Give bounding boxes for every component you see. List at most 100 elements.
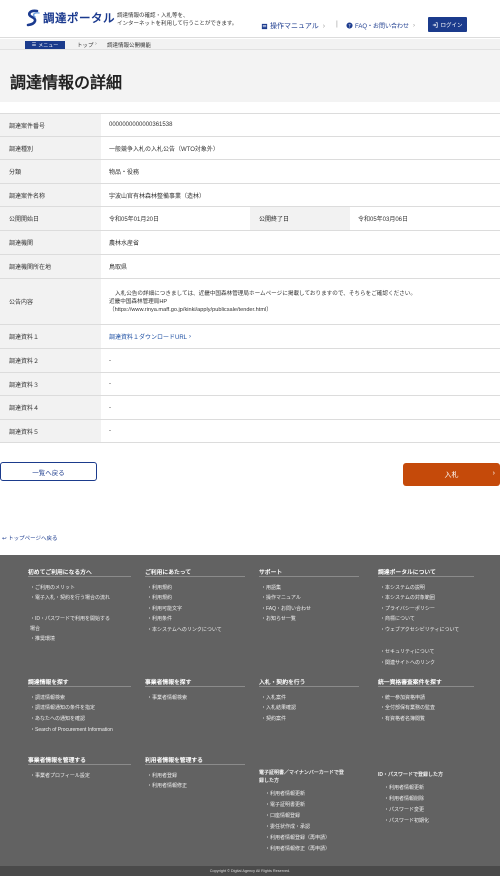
footer-link[interactable]: ・利用者情報更新 (384, 784, 424, 791)
site-footer: 初めてご利用になる方へ ・ご利用のメリット ・電子入札・契約を行う場合の流れ ・… (0, 555, 500, 866)
chevron-right-icon: › (322, 22, 326, 30)
chevron-right-icon: › (95, 41, 97, 47)
detail-table: 調達案件番号 0000000000000361538 調達種別 一般競争入札の入… (0, 113, 500, 443)
return-icon: ↩ (2, 536, 7, 542)
footer-heading-cont: 録した方 (259, 778, 280, 784)
footer-link[interactable]: ・利用規約 (147, 584, 172, 591)
footer-heading[interactable]: 調達ポータルについて (378, 567, 436, 576)
footer-link[interactable]: ・事業者プロフィール設定 (30, 772, 90, 779)
footer-link[interactable]: ・パスワード初期化 (384, 817, 429, 824)
footer-divider (259, 576, 359, 577)
footer-link[interactable]: ・パスワード変更 (384, 806, 424, 813)
footer-divider (28, 576, 131, 577)
footer-link[interactable]: ・利用条件 (147, 615, 172, 622)
manual-link[interactable]: 操作マニュアル › (261, 21, 325, 31)
footer-divider (28, 764, 131, 765)
footer-divider (145, 764, 245, 765)
table-row: 調達案件番号 0000000000000361538 (0, 114, 500, 137)
footer-link[interactable]: ・電子証明書更新 (265, 801, 305, 808)
menu-icon: ☰ (31, 42, 37, 48)
header-divider: | (336, 21, 338, 28)
footer-link[interactable]: ・あなたへの通知を確認 (30, 715, 85, 722)
chevron-right-icon: › (492, 470, 495, 477)
bid-button[interactable]: 入札 › (403, 463, 500, 486)
menu-button[interactable]: ☰ メニュー (25, 41, 65, 49)
footer-link[interactable]: ・有資格者名簿閲覧 (380, 715, 425, 722)
footer-link[interactable]: ・操作マニュアル (261, 594, 301, 601)
footer-divider (378, 576, 474, 577)
chevron-right-icon: › (189, 333, 192, 340)
footer-link[interactable]: ・入札結果確認 (261, 704, 296, 711)
footer-link[interactable]: ・利用者情報登録（再申請） (265, 834, 330, 841)
footer-link[interactable]: ・セキュリティについて (380, 648, 435, 655)
login-icon (433, 21, 439, 28)
footer-heading[interactable]: ご利用にあたって (145, 567, 191, 576)
logo-mark-icon (25, 9, 41, 27)
footer-link[interactable]: ・商標について (380, 615, 415, 622)
footer-heading: 電子証明書／マイナンバーカードで登 (259, 770, 344, 776)
back-to-list-button[interactable]: 一覧へ戻る (0, 462, 97, 481)
footer-link[interactable]: ・本システムの説明 (380, 584, 425, 591)
site-logo[interactable]: 調達ポータル (25, 9, 115, 27)
faq-link[interactable]: ? FAQ・お問い合わせ › (346, 21, 415, 30)
question-icon: ? (346, 22, 353, 29)
footer-link[interactable]: ・口座情報登録 (265, 812, 300, 819)
footer-heading[interactable]: 調達情報を探す (28, 677, 69, 686)
breadcrumb: ☰ メニュー トップ › 調達情報公開機能 (0, 39, 500, 50)
login-button[interactable]: ログイン (428, 17, 467, 32)
footer-link[interactable]: ・利用規約 (147, 594, 172, 601)
footer-link[interactable]: ・調達情報通知の条件を指定 (30, 704, 95, 711)
footer-link[interactable]: ・事業者情報検索 (147, 694, 187, 701)
footer-divider (378, 686, 474, 687)
table-row: 調達資料１ 調達資料１ダウンロードURL › (0, 325, 500, 349)
footer-heading[interactable]: 利用者情報を管理する (145, 755, 203, 764)
footer-link[interactable]: ・ID・パスワードで利用を開始する (30, 615, 110, 622)
footer-link[interactable]: ・調達情報検索 (30, 694, 65, 701)
footer-link[interactable]: ・お知らせ一覧 (261, 615, 296, 622)
table-row: 公告内容 入札公告の詳細につきましては、近畿中国森林管理局ホームページに掲載して… (0, 279, 500, 325)
footer-link[interactable]: ・Search of Procurement Information (30, 726, 113, 733)
table-row: 調達資料３ - (0, 373, 500, 396)
footer-link[interactable]: ・用語集 (261, 584, 281, 591)
footer-heading[interactable]: 事業者情報を管理する (28, 755, 86, 764)
footer-heading[interactable]: 初めてご利用になる方へ (28, 567, 92, 576)
site-header: 調達ポータル 調達情報の確認・入札等を、 インターネットを利用して行うことができ… (0, 0, 500, 38)
footer-link[interactable]: ・利用者情報削除 (384, 795, 424, 802)
table-row: 分類 物品・役務 (0, 160, 500, 184)
copyright: Copyright © Digital Agency All Rights Re… (0, 866, 500, 876)
footer-link[interactable]: ・利用者情報更新 (265, 790, 305, 797)
back-to-top-link[interactable]: ↩ トップページへ戻る (2, 534, 58, 542)
footer-link[interactable]: ・利用者情報修正（再申請） (265, 845, 330, 852)
site-tagline: 調達情報の確認・入札等を、 インターネットを利用して行うことができます。 (117, 13, 238, 27)
footer-divider (259, 686, 359, 687)
footer-link[interactable]: ・全付部保有業務の監査 (380, 704, 435, 711)
footer-link[interactable]: ・ウェブアクセシビリティについて (380, 626, 459, 633)
notice-content: 入札公告の詳細につきましては、近畿中国森林管理局ホームページに掲載しておりますの… (101, 279, 500, 324)
footer-heading[interactable]: サポート (259, 567, 282, 576)
book-icon (261, 23, 268, 29)
footer-heading[interactable]: 事業者情報を探す (145, 677, 191, 686)
table-row: 調達案件名称 宇波山官有林森林整備事業（造林） (0, 184, 500, 207)
table-row: 調達機関 農林水産省 (0, 231, 500, 255)
footer-link[interactable]: ・電子入札・契約を行う場合の流れ (30, 594, 110, 601)
footer-link[interactable]: ・統一参加資格申請 (380, 694, 425, 701)
footer-link[interactable]: ・利用者情報修正 (147, 782, 187, 789)
download-link[interactable]: 調達資料１ダウンロードURL (109, 332, 187, 341)
footer-heading[interactable]: 入札・契約を行う (259, 677, 305, 686)
footer-link[interactable]: ・委任状作成・承認 (265, 823, 310, 830)
footer-link[interactable]: ・契約案件 (261, 715, 286, 722)
breadcrumb-top[interactable]: トップ (77, 41, 94, 49)
footer-divider (145, 686, 245, 687)
footer-link[interactable]: ・利用可能文字 (147, 605, 182, 612)
footer-link[interactable]: ・本システムへのリンクについて (147, 626, 222, 633)
footer-link[interactable]: ・推奨環境 (30, 635, 55, 642)
footer-link[interactable]: ・ご利用のメリット (30, 584, 75, 591)
footer-link[interactable]: ・関連サイトへのリンク (380, 659, 435, 666)
footer-link[interactable]: ・プライバシーポリシー (380, 605, 435, 612)
footer-link[interactable]: ・本システムの対象範囲 (380, 594, 435, 601)
footer-heading[interactable]: 統一資格審査案件を探す (378, 677, 442, 686)
footer-link[interactable]: ・入札案件 (261, 694, 286, 701)
footer-link[interactable]: ・利用者登録 (147, 772, 177, 779)
table-row: 公開開始日 令和05年01月20日 公開終了日 令和05年03月06日 (0, 207, 500, 231)
footer-link[interactable]: ・FAQ・お問い合わせ (261, 605, 311, 612)
